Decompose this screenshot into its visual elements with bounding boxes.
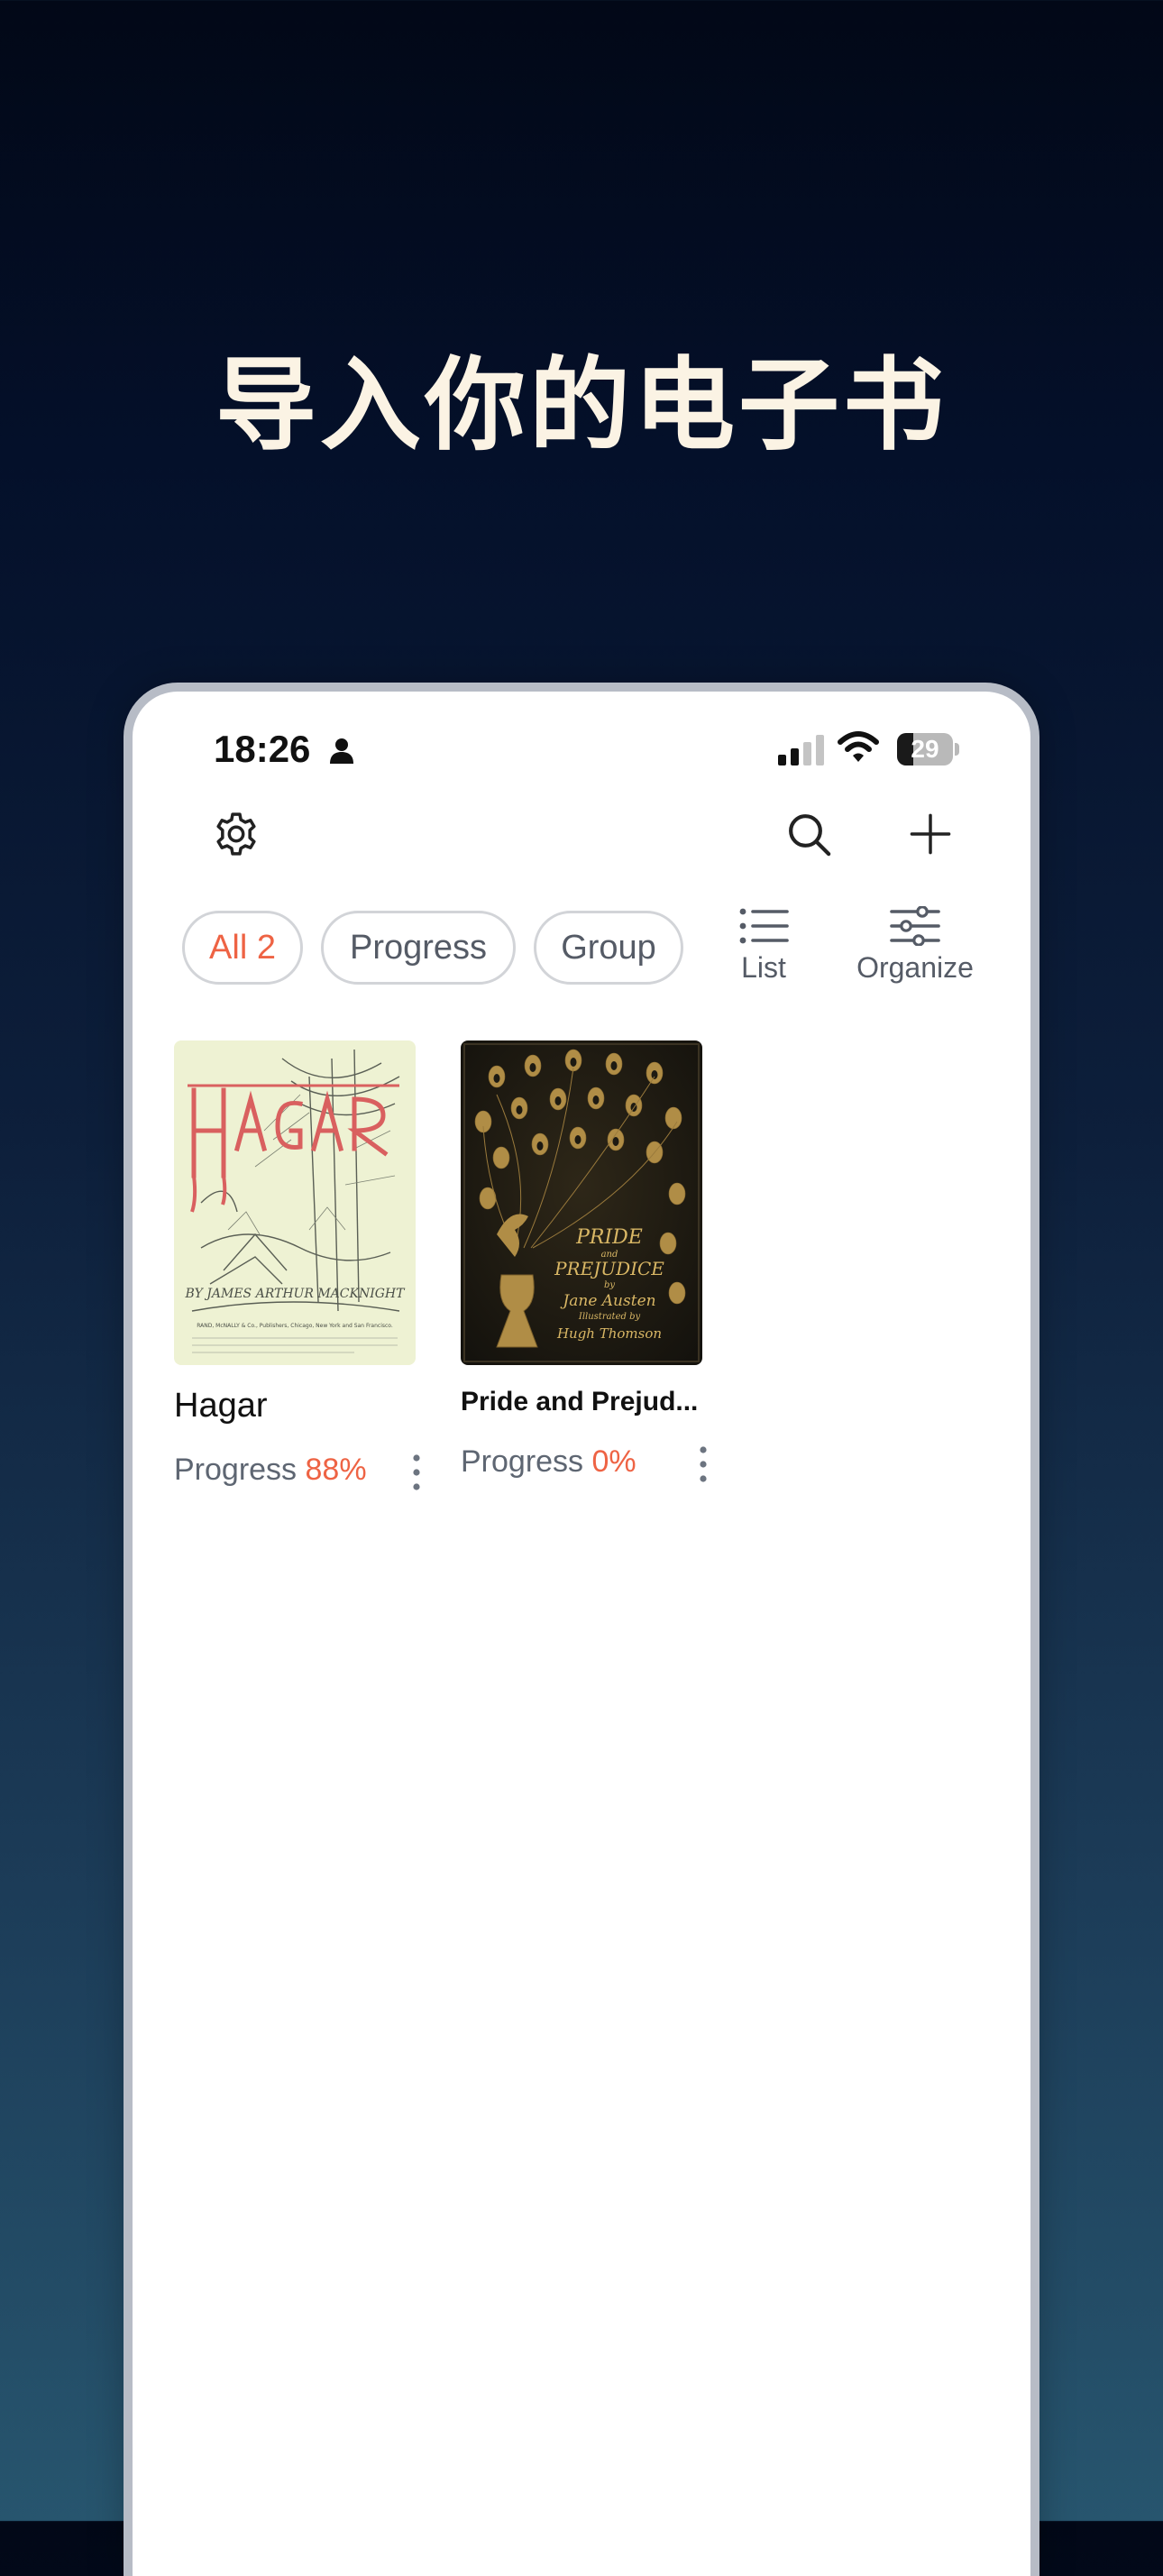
promo-headline: 导入你的电子书	[215, 347, 948, 464]
hagar-cover-art: BY JAMES ARTHUR MACKNIGHT RAND, McNALLY …	[174, 1040, 416, 1365]
progress-label: Progress	[461, 1444, 584, 1479]
person-icon	[330, 738, 353, 764]
battery-cap	[955, 743, 959, 756]
add-book-button[interactable]	[899, 802, 962, 866]
list-view-label: List	[741, 951, 786, 984]
cellular-signal-icon	[778, 735, 824, 765]
wifi-icon	[838, 731, 879, 762]
pride-prejudice-cover-art: PRIDE and PREJUDICE by Jane Austen Illus…	[461, 1040, 702, 1365]
status-time: 18:26	[214, 728, 311, 770]
list-view-button[interactable]: List	[719, 906, 809, 985]
search-icon	[789, 814, 831, 857]
battery-level: 29	[911, 735, 939, 763]
pp-cover-title-line1: PRIDE	[575, 1226, 643, 1249]
book-progress: Progress 0%	[461, 1444, 707, 1484]
book-progress: Progress 88%	[174, 1453, 420, 1492]
pp-cover-title-line2: PREJUDICE	[554, 1258, 664, 1279]
filter-chip-all[interactable]: All 2	[182, 911, 303, 985]
book-card: BY JAMES ARTHUR MACKNIGHT RAND, McNALLY …	[174, 1040, 420, 1492]
phone-frame: 18:26 29 All 2 Progress Group List Organ…	[124, 683, 1039, 2576]
sliders-icon	[890, 906, 940, 946]
progress-label: Progress	[174, 1453, 298, 1487]
battery-indicator: 29	[897, 733, 960, 765]
pp-cover-illustrator: Hugh Thomson	[556, 1325, 662, 1342]
list-icon	[739, 908, 789, 944]
battery-icon: 29	[897, 733, 953, 765]
hagar-cover-publisher: RAND, McNALLY & Co., Publishers, Chicago…	[197, 1323, 393, 1329]
progress-value: 88%	[305, 1453, 367, 1487]
more-options-icon[interactable]	[690, 1443, 717, 1486]
status-bar: 18:26 29	[133, 692, 1030, 791]
plus-icon	[910, 813, 951, 855]
pp-cover-author: Jane Austen	[560, 1292, 655, 1310]
filter-chip-progress[interactable]: Progress	[321, 911, 516, 985]
book-title[interactable]: Pride and Prejud...	[461, 1387, 702, 1417]
progress-value: 0%	[591, 1444, 636, 1479]
organize-label: Organize	[856, 951, 974, 984]
organize-button[interactable]: Organize	[854, 906, 976, 985]
book-card: PRIDE and PREJUDICE by Jane Austen Illus…	[461, 1040, 707, 1484]
pp-cover-illustrated: Illustrated by	[578, 1312, 641, 1322]
settings-button[interactable]	[205, 802, 268, 866]
book-cover-hagar[interactable]: BY JAMES ARTHUR MACKNIGHT RAND, McNALLY …	[174, 1040, 416, 1365]
more-options-icon[interactable]	[403, 1451, 430, 1494]
book-cover-pride-and-prejudice[interactable]: PRIDE and PREJUDICE by Jane Austen Illus…	[461, 1040, 702, 1365]
filter-chip-group[interactable]: Group	[534, 911, 683, 985]
search-button[interactable]	[777, 802, 840, 866]
hagar-cover-author: BY JAMES ARTHUR MACKNIGHT	[185, 1287, 407, 1301]
book-title[interactable]: Hagar	[174, 1387, 416, 1426]
settings-icon	[216, 812, 256, 856]
pp-cover-by: by	[604, 1280, 615, 1290]
